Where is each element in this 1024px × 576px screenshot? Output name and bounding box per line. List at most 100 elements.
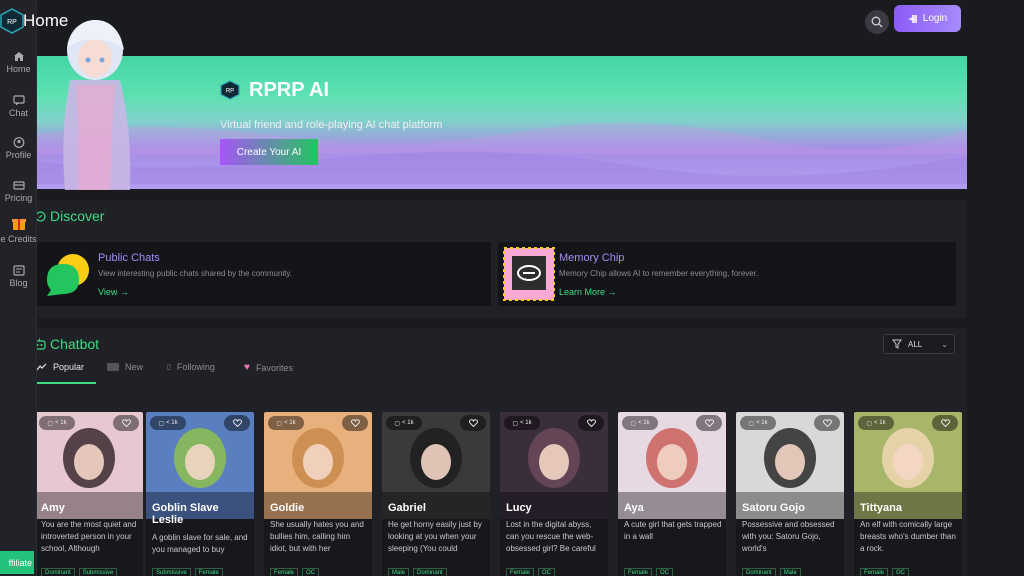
sidebar-item-chat[interactable]: Chat xyxy=(0,95,37,118)
affiliate-button[interactable]: ffiliate xyxy=(0,551,34,574)
hero-banner: RP RPRP AI Virtual friend and role-playi… xyxy=(37,56,967,189)
sidebar-item-pricing[interactable]: Pricing xyxy=(0,180,37,203)
wave-decoration xyxy=(37,151,967,184)
chevron-down-icon: ⌄ xyxy=(941,339,948,349)
character-desc: Lost in the digital abyss, can you rescu… xyxy=(506,520,596,553)
character-card[interactable]: ▢ < 1k Aya A cute girl that gets trapped in… xyxy=(618,412,726,576)
heart-outline-icon xyxy=(940,419,950,427)
login-icon xyxy=(908,14,917,23)
learn-more-text: Learn More xyxy=(559,287,606,297)
hero-title: RPRP AI xyxy=(249,79,330,101)
favorite-button[interactable] xyxy=(342,415,368,431)
new-badge-icon xyxy=(107,363,119,371)
following-icon: ▯ xyxy=(167,364,171,371)
favorite-button[interactable] xyxy=(814,415,840,431)
tag[interactable]: OC xyxy=(892,568,910,576)
favorite-button[interactable] xyxy=(578,415,604,431)
public-chats-card[interactable]: Public Chats View interesting public cha… xyxy=(37,242,491,306)
tag[interactable]: Female xyxy=(860,568,889,576)
chat-count: < 1k xyxy=(284,420,296,426)
logo-icon[interactable]: RP xyxy=(0,8,24,34)
tag[interactable]: Female xyxy=(270,568,299,576)
tab-following[interactable]: ▯ Following xyxy=(167,362,215,372)
sidebar-item-label: Chat xyxy=(8,108,28,118)
favorite-button[interactable] xyxy=(460,415,486,431)
character-card[interactable]: ▢ < 1k Tittyana An elf with comically large… xyxy=(854,412,962,576)
tab-label: Favorites xyxy=(255,362,293,373)
login-label: Login xyxy=(922,13,948,24)
tag[interactable]: Female xyxy=(194,568,223,576)
card-title: Memory Chip xyxy=(559,252,625,264)
chat-bubble-icon: ▢ xyxy=(748,420,755,427)
tag[interactable]: Dominant xyxy=(413,568,447,576)
tag[interactable]: Submissive xyxy=(152,568,191,576)
character-name: Satoru Gojo xyxy=(742,502,805,514)
create-ai-button[interactable]: Create Your AI xyxy=(220,139,318,165)
character-card[interactable]: ▢ < 1k Goldie She usually hates you and bul… xyxy=(264,412,372,576)
chat-count-badge: ▢ < 1k xyxy=(268,416,304,430)
chat-count-badge: ▢ < 1k xyxy=(740,416,776,430)
view-link-text: View xyxy=(98,287,118,297)
tag[interactable]: OC xyxy=(302,568,320,576)
tab-favorites[interactable]: ♥ Favorites xyxy=(244,362,293,373)
filter-value: ALL xyxy=(908,339,923,349)
heart-outline-icon xyxy=(468,419,478,427)
profile-icon xyxy=(13,137,24,148)
character-card[interactable]: ▢ < 1k Amy You are the most quiet and intro… xyxy=(35,412,143,576)
hero-subtitle: Virtual friend and role-playing AI chat … xyxy=(220,119,443,131)
tag[interactable]: Female xyxy=(624,568,653,576)
credits-icon xyxy=(11,219,26,230)
public-chats-icon xyxy=(47,254,89,296)
tag[interactable]: Female xyxy=(506,568,535,576)
chatbot-section: Chatbot ALL ⌄ Popular New ▯ Following ♥ … xyxy=(33,328,967,576)
tag-list: Female OC xyxy=(860,568,910,576)
heart-outline-icon xyxy=(822,419,832,427)
learn-more-link[interactable]: Learn More → xyxy=(559,287,617,297)
character-desc: You are the most quiet and introverted p… xyxy=(41,520,137,553)
character-card[interactable]: ▢ < 1k Satoru Gojo Possessive and obsessed … xyxy=(736,412,844,576)
sidebar-item-credits[interactable]: e Credits xyxy=(0,216,37,244)
favorite-button[interactable] xyxy=(113,415,139,431)
view-link[interactable]: View → xyxy=(98,287,129,297)
tag[interactable]: Submissive xyxy=(78,568,118,576)
svg-text:RP: RP xyxy=(7,19,17,26)
character-desc: She usually hates you and bullies him, c… xyxy=(270,520,364,553)
search-button[interactable] xyxy=(865,10,889,34)
character-desc: He get horny easily just by looking at y… xyxy=(388,520,482,553)
filter-select[interactable]: ALL ⌄ xyxy=(883,334,955,354)
character-card[interactable]: ▢ < 1k Gabriel He get horny easily just by … xyxy=(382,412,490,576)
tag[interactable]: Dominant xyxy=(41,568,75,576)
svg-text:RP: RP xyxy=(226,89,234,95)
tag[interactable]: Dominant xyxy=(742,568,776,576)
sidebar-item-profile[interactable]: Profile xyxy=(0,137,37,160)
sidebar-item-blog[interactable]: Blog xyxy=(0,265,37,288)
sidebar-item-home[interactable]: Home xyxy=(0,51,37,74)
chat-count: < 1k xyxy=(520,420,532,426)
discover-title: Discover xyxy=(35,208,104,224)
favorite-button[interactable] xyxy=(224,415,250,431)
memory-chip-card[interactable]: Memory Chip Memory Chip allows AI to rem… xyxy=(498,242,956,306)
tag[interactable]: OC xyxy=(656,568,674,576)
heart-outline-icon xyxy=(704,419,714,427)
heart-outline-icon xyxy=(586,419,596,427)
character-card[interactable]: ▢ < 1k Lucy Lost in the digital abyss, can … xyxy=(500,412,608,576)
discover-title-text: Discover xyxy=(50,208,105,224)
tag[interactable]: Male xyxy=(779,568,801,576)
character-name: Amy xyxy=(41,502,65,514)
tag[interactable]: OC xyxy=(538,568,556,576)
affiliate-label: ffiliate xyxy=(8,557,32,568)
arrow-right-icon: → xyxy=(119,287,129,297)
character-name: Gabriel xyxy=(388,502,426,514)
login-button[interactable]: Login xyxy=(894,5,961,32)
character-card[interactable]: ▢ < 1k Goblin Slave Leslie A goblin slave f… xyxy=(146,412,254,576)
favorite-button[interactable] xyxy=(696,415,722,431)
favorite-button[interactable] xyxy=(932,415,958,431)
tab-new[interactable]: New xyxy=(107,362,143,372)
tag[interactable]: Male xyxy=(388,568,410,576)
tab-popular[interactable]: Popular xyxy=(37,362,84,372)
tag-list: Female OC xyxy=(506,568,556,576)
chat-count-badge: ▢ < 1k xyxy=(622,416,658,430)
memory-chip-icon xyxy=(503,247,555,301)
tag-list: Dominant Male xyxy=(742,568,801,576)
trending-icon xyxy=(37,363,47,371)
